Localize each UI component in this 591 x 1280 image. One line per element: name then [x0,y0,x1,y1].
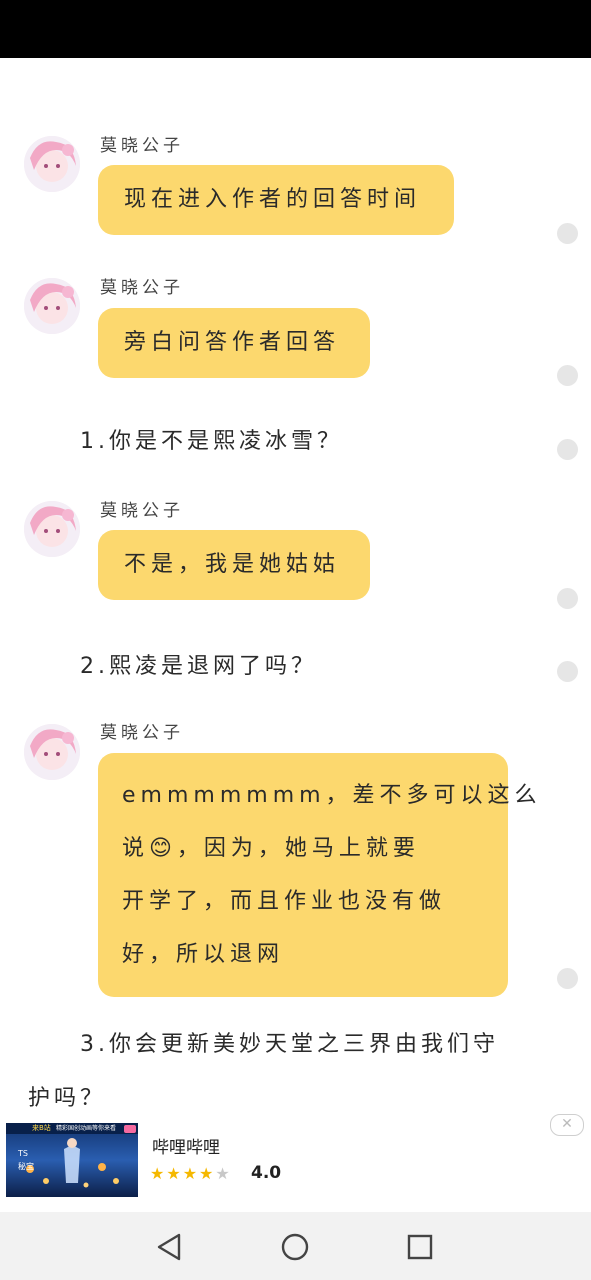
avatar[interactable] [24,278,80,334]
avatar[interactable] [24,501,80,557]
star-filled-icon: ★ [199,1164,216,1183]
message-line: 好，所以退网 [122,942,285,967]
message-line: emmmmmmm，差不多可以这么 [122,783,542,808]
message-indicator [557,588,578,609]
ad-image-caption: 秘宝 [18,1162,34,1171]
star-filled-icon: ★ [150,1164,167,1183]
avatar[interactable] [24,724,80,780]
ad-artwork [6,1123,138,1197]
message-line: 说😊，因为，她马上就要 [122,836,420,861]
question-text: 2.熙凌是退网了吗？ [80,654,317,679]
rating-value: 4.0 [251,1163,282,1183]
avatar-image [24,724,80,780]
close-icon[interactable]: ✕ [550,1114,584,1136]
avatar-image [24,501,80,557]
sender-name: 莫晓公子 [100,723,184,743]
message-indicator [557,661,578,682]
sender-name: 莫晓公子 [100,501,184,521]
ad-image-caption: 精彩国创动画等你来看 [56,1125,117,1132]
sender-name: 莫晓公子 [100,136,184,156]
ad-banner[interactable]: 来B站 精彩国创动画等你来看 TS 秘宝 哔哩哔哩 ★★★★★ 4.0 ✕ [0,1114,591,1208]
avatar-image [24,136,80,192]
ad-image-caption: TS [18,1149,28,1158]
avatar-image [24,278,80,334]
rating-stars: ★★★★★ [150,1164,232,1183]
question-text: 护吗？ [28,1086,107,1111]
back-triangle-icon[interactable] [144,1222,194,1272]
system-nav-bar [0,1212,591,1280]
ad-app-title[interactable]: 哔哩哔哩 [152,1133,220,1158]
home-circle-icon[interactable] [270,1222,320,1272]
question-text: 1.你是不是熙凌冰雪？ [80,429,343,454]
question-text: 3.你会更新美妙天堂之三界由我们守 [80,1032,499,1057]
message-indicator [557,439,578,460]
message-indicator [557,968,578,989]
message-bubble[interactable]: 现在进入作者的回答时间 [98,165,454,235]
star-filled-icon: ★ [182,1164,200,1183]
message-indicator [557,365,578,386]
sender-name: 莫晓公子 [100,278,184,298]
status-bar [0,0,591,58]
message-bubble[interactable]: emmmmmmm，差不多可以这么 说😊，因为，她马上就要 开学了，而且作业也没有… [98,753,542,997]
star-empty-icon: ★ [215,1164,232,1183]
ad-image-caption: 来B站 [32,1124,51,1132]
avatar[interactable] [24,136,80,192]
star-filled-icon: ★ [166,1164,183,1183]
message-indicator [557,223,578,244]
ad-image[interactable]: 来B站 精彩国创动画等你来看 TS 秘宝 [6,1123,138,1197]
message-bubble[interactable]: 旁白问答作者回答 [98,308,370,378]
recents-square-icon[interactable] [395,1222,445,1272]
message-bubble[interactable]: 不是，我是她姑姑 [98,530,370,600]
message-line: 开学了，而且作业也没有做 [122,889,447,914]
